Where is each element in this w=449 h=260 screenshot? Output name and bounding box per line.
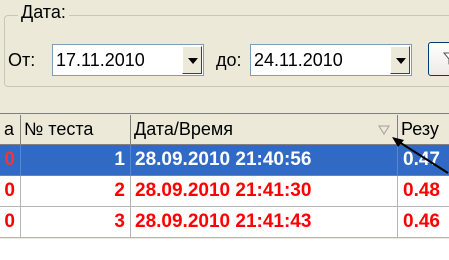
date-group-title: Дата: [18,2,69,23]
column-header-datetime[interactable]: Дата/Время [131,115,398,145]
to-date-picker[interactable]: 24.11.2010 [250,44,412,76]
table-row[interactable]: 0 3 28.09.2010 21:41:43 0.46 [0,207,449,238]
to-label: до: [216,50,242,70]
column-header-test-no[interactable]: № теста [21,115,131,145]
to-date-value: 24.11.2010 [254,50,343,70]
cell-result: 0.46 [398,207,449,238]
cell-datetime: 28.09.2010 21:40:56 [131,145,398,176]
table-row[interactable]: 0 2 28.09.2010 21:41:30 0.48 [0,176,449,207]
grid-empty-area [0,239,449,260]
cell-mark: 0 [0,145,21,176]
cell-test-no: 1 [21,145,131,176]
cell-mark: 0 [0,207,21,238]
cell-datetime: 28.09.2010 21:41:43 [131,207,398,238]
column-header-mark[interactable]: а [0,115,21,145]
from-label: От: [8,50,36,70]
column-header-datetime-label: Дата/Время [134,119,234,139]
cell-datetime: 28.09.2010 21:41:30 [131,176,398,207]
grid-top-border [0,113,449,114]
cell-mark: 0 [0,176,21,207]
chevron-down-icon[interactable] [390,46,410,74]
cell-result: 0.48 [398,176,449,207]
from-date-picker[interactable]: 17.11.2010 [52,44,204,76]
arrow-annotation [392,137,449,174]
cell-test-no: 3 [21,207,131,238]
from-date-value: 17.11.2010 [56,50,145,70]
filter-button[interactable] [428,42,449,76]
chevron-down-icon[interactable] [182,46,202,74]
cell-test-no: 2 [21,176,131,207]
funnel-icon [443,52,449,65]
